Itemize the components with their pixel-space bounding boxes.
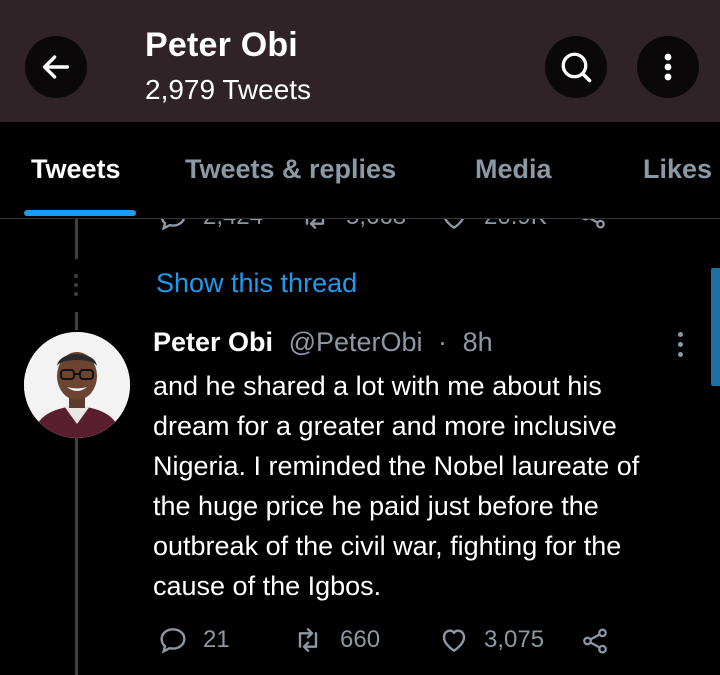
scrollbar-thumb[interactable] xyxy=(711,268,720,386)
tweet-text-line: Nigeria. I reminded the Nobel laureate o… xyxy=(153,451,640,481)
avatar[interactable] xyxy=(24,332,130,438)
tweet-header: Peter Obi @PeterObi · 8h xyxy=(153,327,493,358)
previous-tweet-actions: 2,424 5,668 20.9K xyxy=(0,219,720,241)
search-button[interactable] xyxy=(545,36,607,98)
reply-count: 21 xyxy=(203,626,230,653)
thread-line xyxy=(75,219,78,259)
previous-like-count: 20.9K xyxy=(484,219,547,231)
back-button[interactable] xyxy=(25,36,87,98)
share-icon xyxy=(582,219,605,229)
previous-like-button[interactable]: 20.9K xyxy=(438,219,547,233)
thread-line xyxy=(75,312,78,330)
tweet-actions: 21 660 3,075 xyxy=(0,622,720,662)
tab-tweets[interactable]: Tweets xyxy=(31,154,121,185)
tweet-text-line: and he shared a lot with me about his xyxy=(153,371,602,401)
profile-timeline-screen: Peter Obi 2,979 Tweets Tweets Tweets & r… xyxy=(0,0,720,675)
previous-reply-button[interactable]: 2,424 xyxy=(157,219,263,233)
reply-icon xyxy=(160,628,186,654)
tab-media[interactable]: Media xyxy=(475,154,552,185)
like-button[interactable]: 3,075 xyxy=(438,624,544,656)
profile-photo xyxy=(24,332,130,438)
retweet-icon xyxy=(298,628,318,652)
tweet-time[interactable]: 8h xyxy=(463,327,493,357)
profile-name: Peter Obi xyxy=(145,26,298,64)
previous-reply-count: 2,424 xyxy=(203,219,263,231)
previous-retweet-button[interactable]: 5,668 xyxy=(298,219,406,233)
heart-icon xyxy=(442,629,466,652)
separator-dot: · xyxy=(438,327,448,357)
tab-tweets-and-replies[interactable]: Tweets & replies xyxy=(185,154,396,185)
tweet-text-line: dream for a greater and more inclusive xyxy=(153,411,617,441)
arrow-left-icon xyxy=(42,55,70,79)
heart-icon xyxy=(444,219,464,229)
profile-tabs: Tweets Tweets & replies Media Likes xyxy=(0,122,720,219)
previous-share-button[interactable] xyxy=(578,219,608,231)
tweet-body: and he shared a lot with me about his dr… xyxy=(153,366,708,606)
show-this-thread-link[interactable]: Show this thread xyxy=(156,268,357,299)
more-vertical-icon xyxy=(664,53,672,81)
retweet-count: 660 xyxy=(340,626,381,653)
share-icon xyxy=(583,628,607,654)
tweet-text-line: outbreak of the civil war, fighting for … xyxy=(153,531,622,561)
more-options-button[interactable] xyxy=(637,36,699,98)
retweet-button[interactable]: 660 xyxy=(290,624,380,656)
more-vertical-icon xyxy=(678,332,683,337)
active-tab-indicator xyxy=(24,210,136,216)
tab-likes[interactable]: Likes xyxy=(643,154,712,185)
tweet-more-options-button[interactable] xyxy=(668,330,692,360)
reply-icon xyxy=(160,219,185,231)
tweet-count: 2,979 Tweets xyxy=(145,74,312,105)
author-handle[interactable]: @PeterObi xyxy=(289,327,423,357)
profile-header: Peter Obi 2,979 Tweets xyxy=(0,0,720,122)
reply-button[interactable]: 21 xyxy=(157,624,230,656)
like-count: 3,075 xyxy=(484,626,545,653)
retweet-icon xyxy=(305,219,325,229)
share-button[interactable] xyxy=(580,626,610,656)
previous-retweet-count: 5,668 xyxy=(346,219,406,231)
search-icon xyxy=(561,52,592,83)
thread-gap-dots xyxy=(73,274,80,300)
tweet-text-line: cause of the Igbos. xyxy=(153,571,382,601)
author-name[interactable]: Peter Obi xyxy=(153,327,273,357)
tweet-text-line: the huge price he paid just before the xyxy=(153,491,599,521)
